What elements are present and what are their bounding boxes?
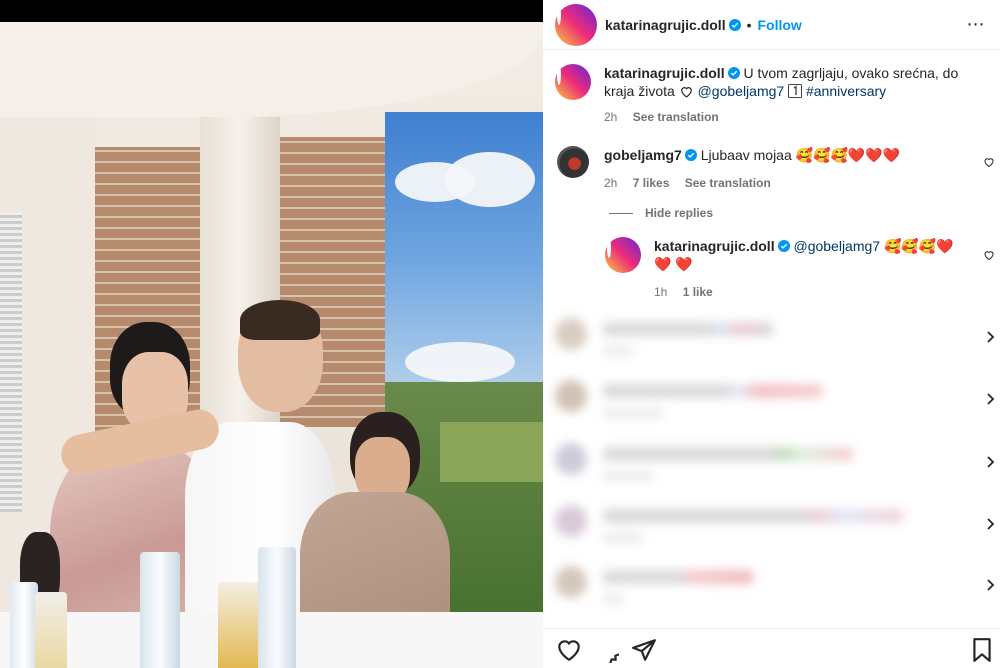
comment-emojis: 🥰🥰🥰❤️❤️❤️: [795, 147, 901, 163]
caption-see-translation-button[interactable]: See translation: [633, 110, 719, 124]
reply-mention-link[interactable]: @gobeljamg7: [793, 238, 880, 254]
hide-replies-label: Hide replies: [645, 206, 714, 220]
comment-row: gobeljamg7 Ljubaav mojaa 🥰🥰🥰❤️❤️❤️ 2h 7 …: [555, 146, 995, 192]
bookmark-icon[interactable]: [969, 637, 995, 663]
reply-meta: 1h 1 like: [654, 283, 959, 301]
reply-likes-count[interactable]: 1 like: [683, 285, 713, 299]
comment-see-translation-button[interactable]: See translation: [685, 176, 771, 190]
chevron-right-icon[interactable]: [985, 518, 995, 530]
author-username[interactable]: katarinagrujic.doll: [605, 17, 726, 33]
hide-replies-line: [609, 212, 633, 214]
chevron-right-icon[interactable]: [985, 331, 995, 343]
keycap-one-icon: [788, 84, 803, 98]
comment-time[interactable]: 2h: [604, 176, 617, 190]
photo-man-hair: [240, 300, 320, 340]
comment-text: Ljubaav mojaa: [700, 147, 792, 163]
photo-juice-glass: [218, 582, 260, 668]
comment-username[interactable]: gobeljamg7: [604, 147, 682, 163]
heart-icon[interactable]: [556, 637, 582, 663]
caption-username[interactable]: katarinagrujic.doll: [604, 65, 725, 81]
verified-badge-icon: [728, 18, 741, 31]
post-actions-bar: [543, 628, 1000, 668]
reply-username[interactable]: katarinagrujic.doll: [654, 238, 775, 254]
comment-like-heart-icon[interactable]: [983, 156, 995, 168]
post-photo[interactable]: [0, 0, 543, 668]
more-options-icon[interactable]: ⋯: [964, 12, 988, 36]
follow-button[interactable]: Follow: [758, 17, 802, 33]
verified-badge-icon: [684, 149, 697, 161]
reply-like-heart-icon[interactable]: [983, 249, 995, 261]
comment-icon[interactable]: [593, 637, 619, 663]
chevron-right-icon[interactable]: [985, 579, 995, 591]
reply-emojis-line2: ❤️: [675, 256, 693, 272]
caption-avatar[interactable]: [555, 64, 591, 100]
share-icon[interactable]: [631, 637, 657, 663]
post-header: katarinagrujic.doll • Follow ⋯: [543, 0, 1000, 50]
caption-text-block: katarinagrujic.doll U tvom zagrljaju, ov…: [604, 64, 985, 126]
photo-field: [440, 422, 543, 482]
comment-text-block: gobeljamg7 Ljubaav mojaa 🥰🥰🥰❤️❤️❤️ 2h 7 …: [604, 146, 964, 192]
photo-scene: [0, 22, 543, 668]
caption-time[interactable]: 2h: [604, 110, 617, 124]
author-avatar[interactable]: [555, 3, 597, 46]
caption-mention-link[interactable]: @gobeljamg7: [698, 83, 785, 99]
photo-water-bottle-2: [140, 552, 180, 668]
comment-likes-count[interactable]: 7 likes: [633, 176, 670, 190]
caption-hashtag-link[interactable]: #anniversary: [806, 83, 886, 99]
chevron-right-icon[interactable]: [985, 393, 995, 405]
blurred-comment: [555, 380, 995, 424]
post-side-panel: katarinagrujic.doll • Follow ⋯ katarinag…: [543, 0, 1000, 668]
blurred-comment: [555, 566, 995, 610]
hide-replies-button[interactable]: Hide replies: [609, 206, 713, 220]
chevron-right-icon[interactable]: [985, 456, 995, 468]
reply-time[interactable]: 1h: [654, 285, 667, 299]
blurred-comment: [555, 505, 995, 549]
blurred-comment: [555, 443, 995, 487]
header-separator: •: [746, 16, 752, 33]
commenter-avatar[interactable]: [557, 146, 589, 178]
verified-badge-icon: [727, 67, 740, 79]
comment-meta: 2h 7 likes See translation: [604, 174, 964, 192]
reply-row: katarinagrujic.doll @gobeljamg7 🥰🥰🥰❤️❤️ …: [605, 237, 995, 301]
caption-block: katarinagrujic.doll U tvom zagrljaju, ov…: [555, 64, 985, 126]
photo-shutter: [0, 212, 22, 512]
photo-glass: [35, 592, 67, 668]
reply-avatar[interactable]: [605, 237, 641, 273]
photo-water-bottle: [10, 582, 38, 668]
caption-meta: 2h See translation: [604, 108, 985, 126]
white-heart-icon: [680, 87, 692, 98]
photo-water-bottle-3: [258, 547, 296, 668]
reply-text-block: katarinagrujic.doll @gobeljamg7 🥰🥰🥰❤️❤️ …: [654, 237, 959, 301]
verified-badge-icon: [777, 240, 790, 252]
blurred-comment: [555, 318, 995, 362]
photo-ceiling: [0, 22, 543, 117]
